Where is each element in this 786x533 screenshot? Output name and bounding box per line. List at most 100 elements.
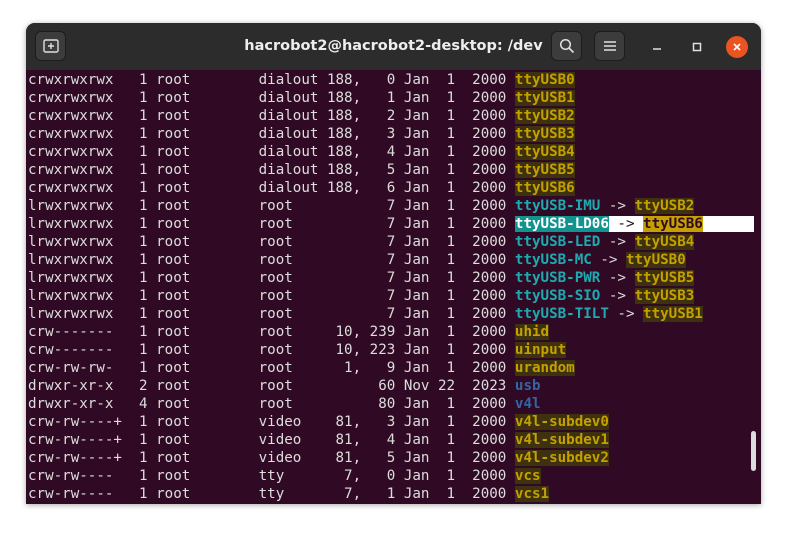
terminal-line: crw-rw---- 1 root tty 7, 1 Jan 1 2000 vc… [28, 485, 550, 503]
file-name: v4l [514, 396, 541, 412]
file-owner: root [156, 306, 259, 322]
file-owner: root [156, 198, 259, 214]
terminal-line: crwxrwxrwx 1 root dialout 188, 5 Jan 1 2… [28, 161, 575, 179]
link-count: 1 [121, 360, 157, 376]
file-permissions: crwxrwxrwx [28, 162, 122, 178]
file-permissions: crwxrwxrwx [28, 72, 122, 88]
file-owner: root [156, 486, 259, 502]
file-group: video [258, 432, 319, 448]
file-name: uhid [514, 324, 550, 340]
file-group: dialout [258, 90, 319, 106]
link-count: 1 [121, 432, 157, 448]
file-date: Jan 1 2000 [395, 162, 515, 178]
terminal-line: crwxrwxrwx 1 root dialout 188, 3 Jan 1 2… [28, 125, 575, 143]
symlink-target: ttyUSB6 [643, 216, 703, 232]
minimize-button[interactable] [646, 36, 668, 58]
file-permissions: crw-rw----+ [28, 414, 122, 430]
file-date: Jan 1 2000 [395, 180, 515, 196]
symlink-target: ttyUSB1 [643, 306, 703, 322]
file-permissions: crw------- [28, 324, 122, 340]
file-group: dialout [258, 108, 319, 124]
file-size: 80 [318, 396, 396, 412]
file-name: vcs1 [514, 486, 550, 502]
file-permissions: lrwxrwxrwx [28, 306, 122, 322]
file-owner: root [156, 468, 259, 484]
file-permissions: crw-rw----+ [28, 432, 122, 448]
file-name: vcs [514, 468, 541, 484]
file-permissions: crw-rw-rw- [28, 360, 122, 376]
file-name: ttyUSB5 [514, 162, 575, 178]
link-count: 1 [121, 126, 157, 142]
file-group: root [258, 396, 319, 412]
file-name: ttyUSB-LD06 [514, 216, 609, 232]
file-name: v4l-subdev1 [514, 432, 609, 448]
file-group: dialout [258, 162, 319, 178]
terminal-line: crwxrwxrwx 1 root dialout 188, 0 Jan 1 2… [28, 71, 575, 89]
scrollbar-thumb[interactable] [751, 431, 756, 471]
terminal-line: crw-rw----+ 1 root video 81, 3 Jan 1 200… [28, 413, 609, 431]
file-size: 81, 4 [318, 432, 396, 448]
file-name: uinput [514, 342, 567, 358]
terminal-window: hacrobot2@hacrobot2-desktop: /dev crwxrw… [26, 23, 761, 504]
file-owner: root [156, 360, 259, 376]
title-bar[interactable]: hacrobot2@hacrobot2-desktop: /dev [26, 23, 761, 70]
file-date: Nov 22 2023 [395, 378, 515, 394]
file-size: 7, 0 [318, 468, 396, 484]
file-date: Jan 1 2000 [395, 486, 515, 502]
file-date: Jan 1 2000 [395, 306, 515, 322]
file-date: Jan 1 2000 [395, 108, 515, 124]
link-count: 1 [121, 162, 157, 178]
file-name: v4l-subdev2 [514, 450, 609, 466]
file-date: Jan 1 2000 [395, 72, 515, 88]
file-date: Jan 1 2000 [395, 126, 515, 142]
file-date: Jan 1 2000 [395, 468, 515, 484]
menu-button[interactable] [594, 31, 625, 61]
file-owner: root [156, 72, 259, 88]
file-name: ttyUSB3 [514, 126, 575, 142]
file-owner: root [156, 450, 259, 466]
file-group: video [258, 414, 319, 430]
symlink-target: ttyUSB4 [634, 234, 695, 250]
search-button[interactable] [551, 31, 582, 61]
symlink-arrow: -> [600, 270, 635, 286]
file-name: v4l-subdev0 [514, 414, 609, 430]
file-group: root [258, 216, 319, 232]
file-permissions: crw------- [28, 342, 122, 358]
terminal-line: drwxr-xr-x 2 root root 60 Nov 22 2023 us… [28, 377, 541, 395]
file-size: 188, 4 [318, 144, 396, 160]
file-date: Jan 1 2000 [395, 396, 515, 412]
file-group: dialout [258, 180, 319, 196]
terminal-output[interactable]: crwxrwxrwx 1 root dialout 188, 0 Jan 1 2… [26, 70, 761, 504]
new-tab-button[interactable] [35, 31, 66, 61]
file-owner: root [156, 108, 259, 124]
file-name: usb [514, 378, 541, 394]
file-name: urandom [514, 360, 575, 376]
file-date: Jan 1 2000 [395, 324, 515, 340]
file-permissions: crw-rw---- [28, 468, 122, 484]
link-count: 1 [121, 144, 157, 160]
symlink-target: ttyUSB2 [634, 198, 695, 214]
file-date: Jan 1 2000 [395, 270, 515, 286]
file-owner: root [156, 414, 259, 430]
terminal-line: crw-rw----+ 1 root video 81, 4 Jan 1 200… [28, 431, 609, 449]
link-count: 1 [121, 324, 157, 340]
close-button[interactable] [726, 36, 748, 58]
file-group: root [258, 378, 319, 394]
link-count: 1 [121, 216, 157, 232]
file-group: root [258, 360, 319, 376]
file-permissions: crwxrwxrwx [28, 108, 122, 124]
link-count: 1 [121, 468, 157, 484]
file-size: 188, 2 [318, 108, 396, 124]
link-count: 1 [121, 306, 157, 322]
file-size: 7 [318, 288, 396, 304]
file-group: dialout [258, 144, 319, 160]
terminal-line: crw------- 1 root root 10, 239 Jan 1 200… [28, 323, 550, 341]
file-date: Jan 1 2000 [395, 144, 515, 160]
file-permissions: crwxrwxrwx [28, 90, 122, 106]
file-group: root [258, 342, 319, 358]
symlink-arrow: -> [608, 306, 644, 322]
file-owner: root [156, 342, 259, 358]
file-permissions: crw-rw----+ [28, 450, 122, 466]
maximize-button[interactable] [686, 36, 708, 58]
file-group: root [258, 306, 319, 322]
